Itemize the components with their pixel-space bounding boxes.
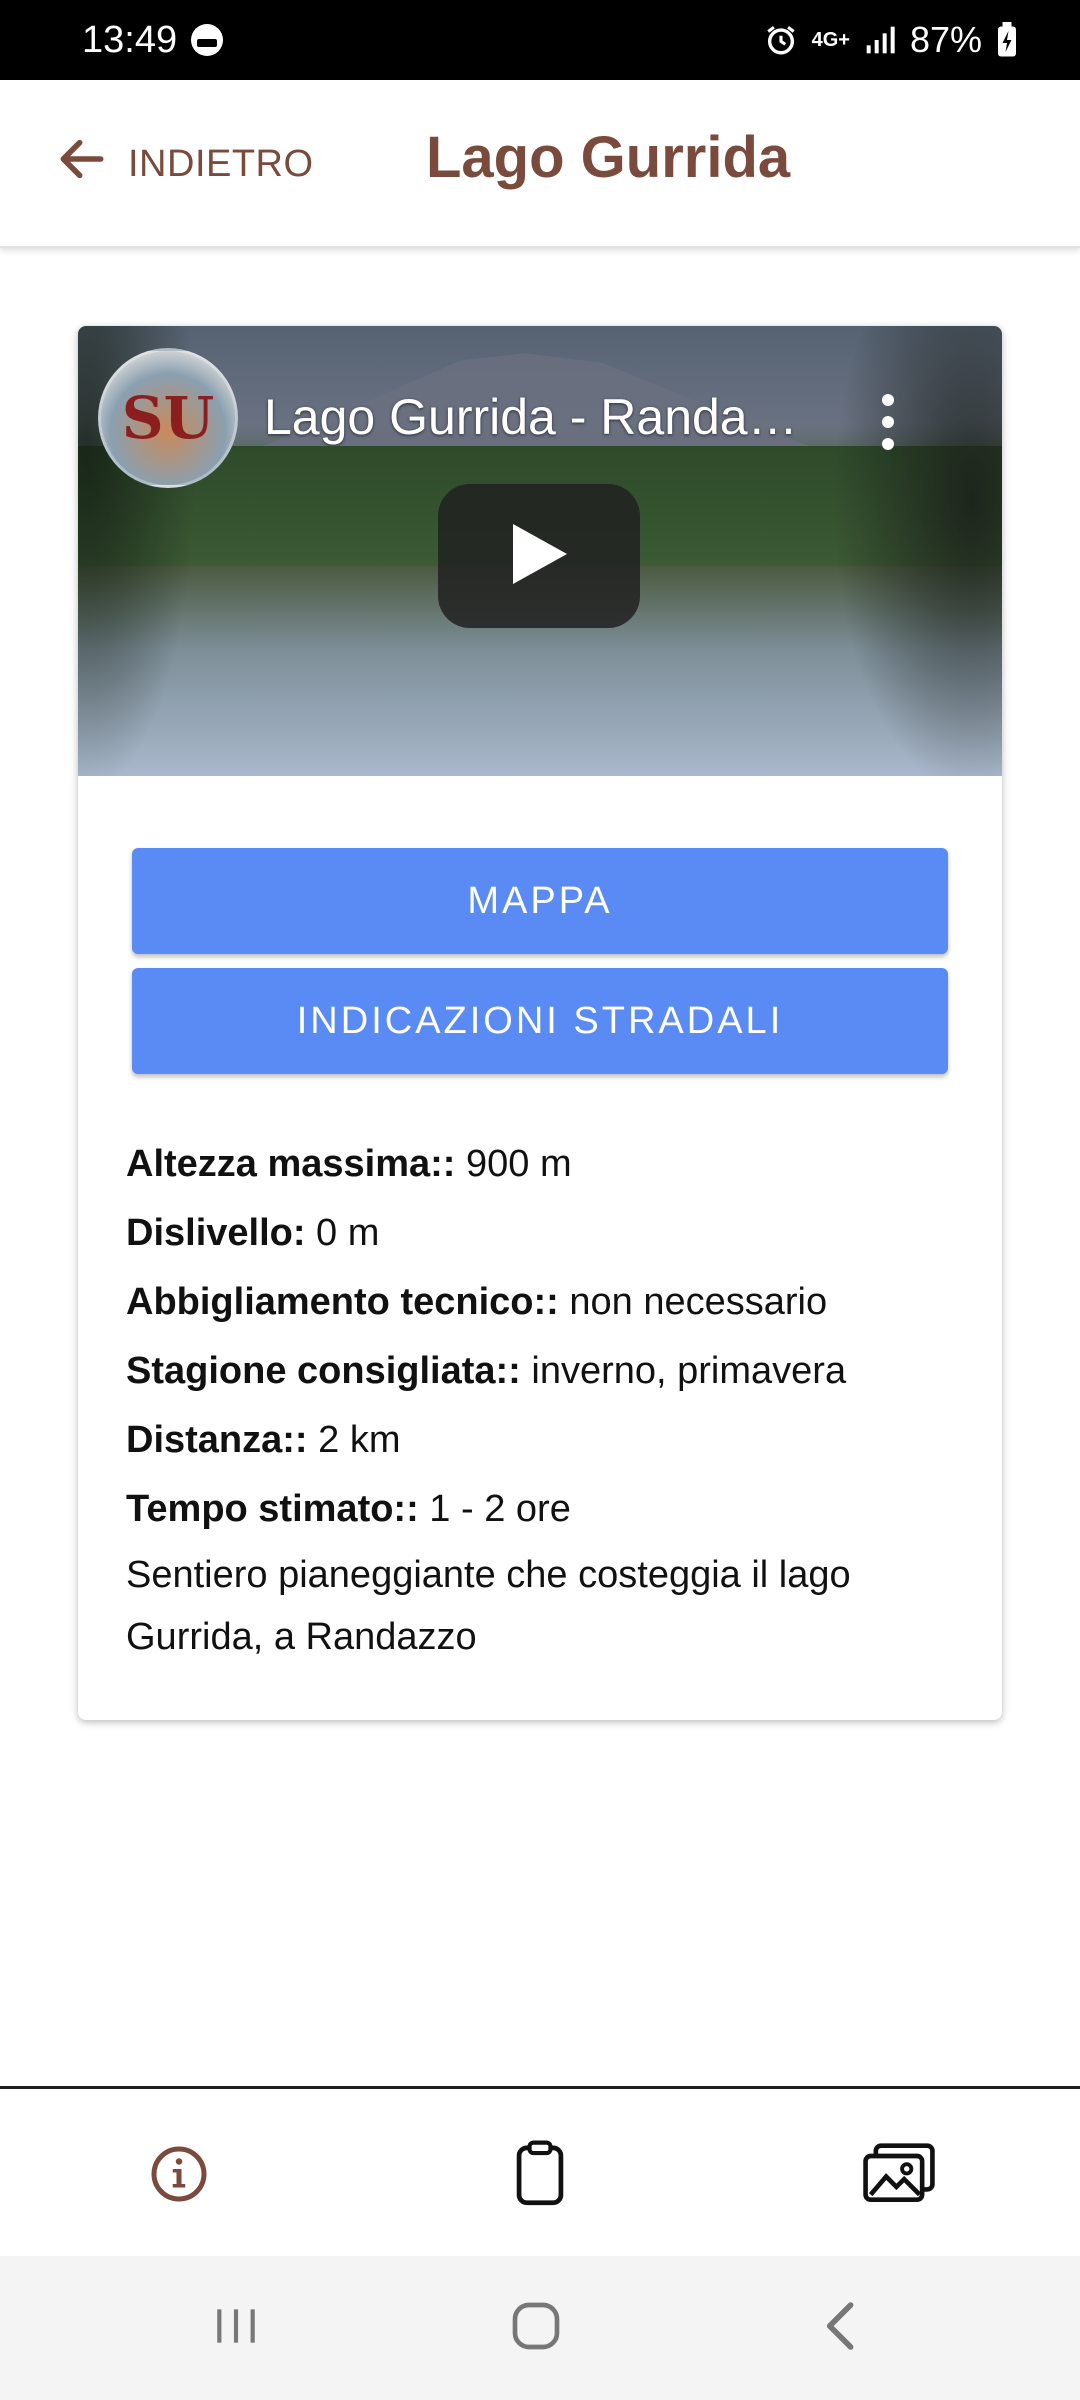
channel-logo-text: SU bbox=[121, 384, 215, 452]
app-header: INDIETRO Lago Gurrida bbox=[0, 80, 1080, 248]
recent-apps-button[interactable] bbox=[206, 2296, 266, 2360]
back-button[interactable]: INDIETRO bbox=[54, 130, 314, 198]
system-back-button[interactable] bbox=[814, 2296, 864, 2360]
status-right: 4G+ 87% bbox=[764, 19, 1018, 61]
nav-info-tab[interactable] bbox=[144, 2141, 214, 2211]
home-button[interactable] bbox=[506, 2296, 566, 2360]
play-icon bbox=[509, 522, 569, 591]
trail-details: Altezza massima:: 900 m Dislivello: 0 m … bbox=[126, 1130, 966, 1668]
map-button[interactable]: MAPPA bbox=[132, 848, 948, 954]
clipboard-icon bbox=[512, 2140, 568, 2213]
chevron-left-icon bbox=[819, 2298, 859, 2359]
nav-clipboard-tab[interactable] bbox=[505, 2140, 575, 2213]
battery-percent: 87% bbox=[909, 19, 982, 60]
battery-icon bbox=[996, 22, 1018, 58]
status-time: 13:49 bbox=[82, 18, 178, 61]
recent-apps-icon bbox=[211, 2301, 261, 2356]
detail-row-abbigliamento: Abbigliamento tecnico:: non necessario bbox=[126, 1281, 828, 1323]
detail-row-tempo: Tempo stimato:: 1 - 2 ore bbox=[126, 1488, 571, 1530]
page-title: Lago Gurrida bbox=[426, 125, 791, 190]
video-player[interactable]: SU Lago Gurrida - Randa… bbox=[78, 326, 1002, 776]
more-vert-icon[interactable] bbox=[878, 394, 898, 450]
alarm-icon bbox=[764, 23, 798, 57]
detail-row-dislivello: Dislivello: 0 m bbox=[126, 1212, 380, 1254]
signal-icon bbox=[864, 24, 896, 56]
back-label: INDIETRO bbox=[128, 142, 314, 185]
trail-card: SU Lago Gurrida - Randa… MAPPA INDICAZIO… bbox=[78, 326, 1002, 1720]
status-bar: 13:49 4G+ 87% bbox=[0, 0, 1080, 80]
play-button[interactable] bbox=[438, 484, 640, 628]
detail-row-stagione: Stagione consigliata:: inverno, primaver… bbox=[126, 1350, 847, 1392]
trail-description: Sentiero pianeggiante che costeggia il l… bbox=[126, 1554, 851, 1658]
notification-dot-icon bbox=[191, 24, 224, 56]
network-type: 4G+ bbox=[811, 29, 850, 51]
nav-gallery-tab[interactable] bbox=[863, 2141, 935, 2211]
detail-row-distanza: Distanza:: 2 km bbox=[126, 1419, 401, 1461]
directions-button[interactable]: INDICAZIONI STRADALI bbox=[132, 968, 948, 1074]
channel-avatar[interactable]: SU bbox=[98, 348, 238, 488]
system-navigation-bar bbox=[0, 2256, 1080, 2400]
info-icon bbox=[149, 2144, 209, 2209]
video-title[interactable]: Lago Gurrida - Randa… bbox=[264, 388, 804, 446]
status-left: 13:49 bbox=[82, 18, 224, 62]
detail-row-altezza: Altezza massima:: 900 m bbox=[126, 1143, 572, 1185]
home-icon bbox=[508, 2298, 564, 2359]
gallery-icon bbox=[863, 2142, 935, 2211]
video-thumbnail-foliage-right bbox=[832, 326, 1002, 776]
arrow-left-icon bbox=[54, 131, 110, 197]
bottom-navigation bbox=[0, 2086, 1080, 2256]
